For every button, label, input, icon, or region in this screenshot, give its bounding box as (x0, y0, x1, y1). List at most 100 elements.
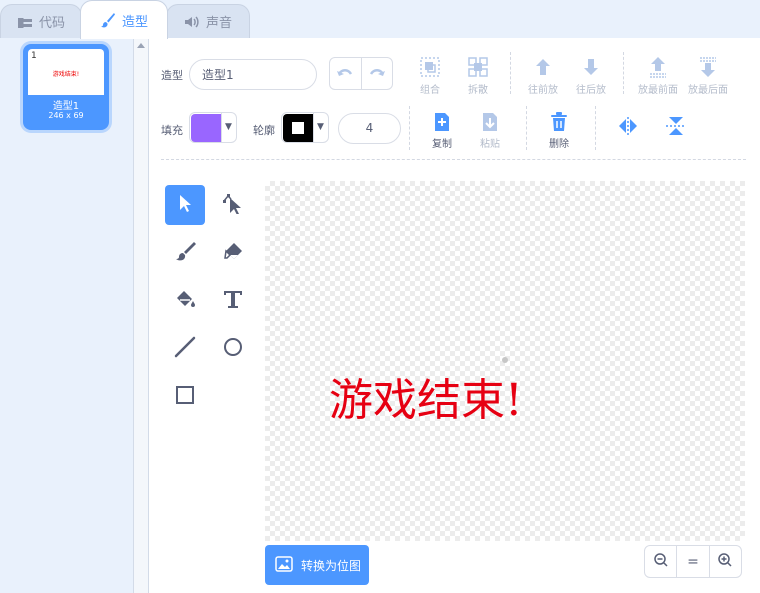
speaker-icon (184, 15, 200, 29)
front-button[interactable]: 放最前面 (634, 56, 682, 96)
delete-label: 删除 (549, 139, 569, 150)
circle-tool[interactable] (213, 329, 253, 369)
copy-label: 复制 (432, 139, 452, 150)
costume-name: 造型1 (52, 101, 80, 112)
costume-card[interactable]: 1 游戏结束! 造型1 246 x 69 (23, 44, 109, 130)
tab-code[interactable]: 代码 (0, 4, 82, 38)
zoom-out-icon (653, 552, 669, 572)
back-button[interactable]: 放最后面 (684, 56, 732, 96)
brush-icon (100, 12, 116, 28)
fill-tool[interactable] (165, 281, 205, 321)
canvas-center-marker (502, 357, 508, 363)
scroll-up-icon[interactable] (137, 43, 145, 48)
forward-button[interactable]: 往前放 (519, 56, 567, 96)
text-icon (222, 288, 244, 314)
code-icon (17, 16, 33, 28)
group-icon (419, 56, 441, 81)
zoom-reset-button[interactable]: = (676, 546, 708, 577)
front-label: 放最前面 (638, 85, 678, 96)
reshape-icon (222, 192, 244, 218)
paste-label: 粘贴 (480, 139, 500, 150)
copy-icon (433, 112, 451, 135)
flip-horizontal-button[interactable] (604, 116, 652, 139)
select-tool[interactable] (165, 185, 205, 225)
divider (595, 106, 596, 150)
costume-index: 1 (31, 51, 37, 61)
copy-button[interactable]: 复制 (418, 112, 466, 150)
ungroup-label: 拆散 (468, 85, 488, 96)
tab-costumes-label: 造型 (121, 14, 148, 30)
redo-button[interactable] (360, 58, 393, 89)
canvas-text[interactable]: 游戏结束! (329, 364, 523, 428)
divider (623, 52, 624, 94)
costume-name-input[interactable] (189, 59, 317, 90)
line-icon (174, 336, 196, 362)
tab-bar: 代码 声音 造型 (0, 0, 760, 39)
tab-costumes[interactable]: 造型 (80, 0, 168, 39)
convert-label: 转换为位图 (301, 558, 362, 573)
group-label: 组合 (420, 85, 440, 96)
divider (510, 52, 511, 94)
zoom-in-button[interactable] (708, 546, 741, 577)
trash-icon (550, 112, 568, 135)
fill-label: 填充 (161, 124, 183, 137)
forward-label: 往前放 (528, 85, 558, 96)
flip-horizontal-icon (617, 116, 639, 139)
undo-button[interactable] (330, 58, 361, 89)
reshape-tool[interactable] (213, 185, 253, 225)
tab-sounds[interactable]: 声音 (166, 4, 250, 38)
costume-thumbnail: 1 游戏结束! (28, 49, 104, 95)
paste-button[interactable]: 粘贴 (466, 112, 514, 150)
costume-name-label: 造型 (161, 69, 183, 82)
convert-to-bitmap-button[interactable]: 转换为位图 (265, 545, 369, 585)
eraser-icon (222, 240, 244, 266)
outline-color-picker[interactable]: ▼ (281, 112, 329, 143)
paintbrush-icon (174, 240, 196, 266)
toolbar-divider (161, 159, 746, 160)
outline-swatch (283, 113, 313, 142)
arrow-up-icon (532, 56, 554, 81)
backward-label: 往后放 (576, 85, 606, 96)
arrow-down-icon (580, 56, 602, 81)
eraser-tool[interactable] (213, 233, 253, 273)
flip-vertical-button[interactable] (652, 116, 700, 139)
divider (526, 106, 527, 150)
paint-canvas[interactable]: 游戏结束! (265, 181, 745, 541)
flip-vertical-icon (665, 116, 687, 139)
tab-code-label: 代码 (38, 16, 65, 31)
cursor-icon (177, 193, 193, 217)
costume-list: 1 游戏结束! 造型1 246 x 69 (0, 38, 134, 593)
zoom-out-button[interactable] (645, 546, 676, 577)
outline-label: 轮廓 (253, 124, 275, 137)
back-label: 放最后面 (688, 85, 728, 96)
rectangle-icon (174, 384, 196, 410)
undo-icon (337, 64, 353, 83)
bring-to-front-icon (647, 56, 669, 81)
image-icon (275, 555, 293, 575)
zoom-in-icon (717, 552, 733, 572)
stroke-width-input[interactable]: 4 (338, 113, 401, 144)
delete-button[interactable]: 删除 (535, 112, 583, 150)
tab-sounds-label: 声音 (205, 16, 232, 31)
chevron-down-icon: ▼ (313, 113, 327, 142)
brush-tool[interactable] (165, 233, 205, 273)
group-button[interactable]: 组合 (406, 56, 454, 96)
ungroup-button[interactable]: 拆散 (454, 56, 502, 96)
circle-icon (222, 336, 244, 362)
fill-color-picker[interactable]: ▼ (189, 112, 237, 143)
rectangle-tool[interactable] (165, 377, 205, 417)
send-to-back-icon (697, 56, 719, 81)
paint-bucket-icon (174, 288, 196, 314)
chevron-down-icon: ▼ (221, 113, 235, 142)
zoom-controls: = (644, 545, 742, 578)
line-tool[interactable] (165, 329, 205, 369)
paste-icon (481, 112, 499, 135)
text-tool[interactable] (213, 281, 253, 321)
costume-preview-text: 游戏结束! (52, 71, 80, 78)
paint-editor: 造型 组合 拆散 往前放 往后放 放最前面 放最后面 填充 ▼ 轮 (149, 38, 760, 593)
scrollbar[interactable] (134, 38, 149, 593)
backward-button[interactable]: 往后放 (567, 56, 615, 96)
outline-swatch-inner (292, 121, 304, 134)
divider (409, 106, 410, 150)
redo-icon (369, 64, 385, 83)
